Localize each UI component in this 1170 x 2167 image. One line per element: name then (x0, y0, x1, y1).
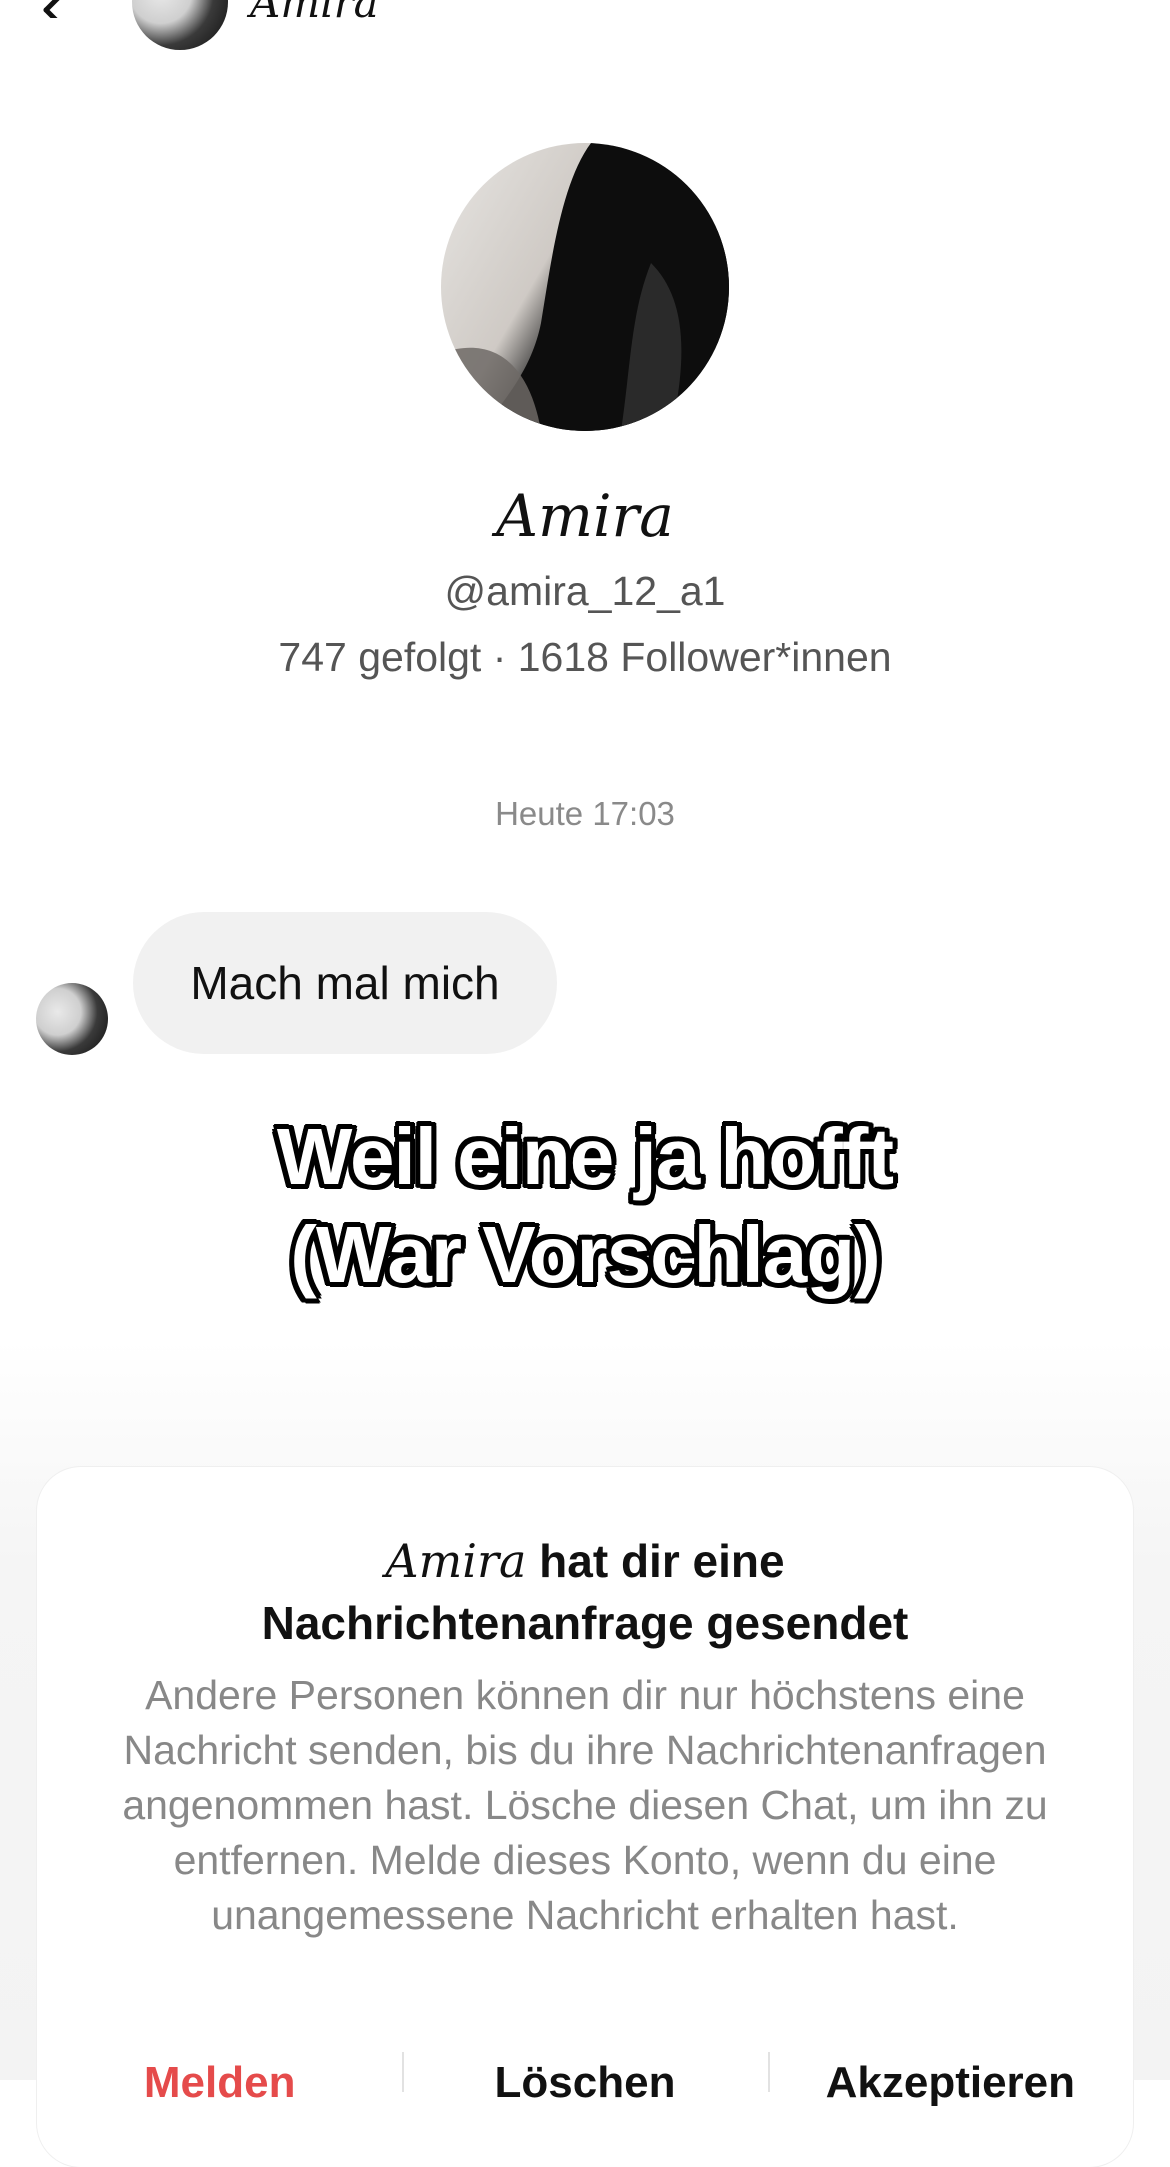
sender-avatar[interactable] (36, 983, 108, 1055)
action-divider (768, 2052, 770, 2092)
report-button[interactable]: Melden (37, 2048, 402, 2118)
header-name[interactable]: Amira (250, 0, 379, 24)
profile-photo-icon (441, 143, 729, 431)
profile-handle: @amira_12_a1 (444, 568, 726, 614)
action-divider (402, 2052, 404, 2092)
profile-name: Amira (496, 482, 674, 550)
overlay-caption-line-1: Weil eine ja hofft (276, 1112, 894, 1201)
message-text: Mach mal mich (190, 957, 500, 1009)
request-title-rest: hat dir eine (526, 1535, 785, 1587)
message-request-title: Amira hat dir eine Nachrichtenanfrage ge… (37, 1530, 1133, 1654)
header-avatar[interactable] (132, 0, 228, 50)
more-horizontal-icon[interactable] (1058, 0, 1118, 6)
message-bubble[interactable]: Mach mal mich (133, 912, 557, 1054)
request-title-line-2: Nachrichtenanfrage gesendet (261, 1597, 909, 1649)
request-actions: Melden Löschen Akzeptieren (37, 2048, 1133, 2118)
message-timestamp: Heute 17:03 (495, 795, 675, 832)
request-sender-name: Amira (385, 1534, 527, 1588)
message-request-description: Andere Personen können dir nur höchstens… (122, 1672, 1048, 1938)
delete-button[interactable]: Löschen (402, 2048, 767, 2118)
accept-button[interactable]: Akzeptieren (768, 2048, 1133, 2118)
profile-avatar[interactable] (441, 143, 729, 431)
profile-stats: 747 gefolgt · 1618 Follower*innen (278, 634, 892, 680)
overlay-caption-line-2: (War Vorschlag) (290, 1210, 881, 1299)
overlay-caption: Weil eine ja hofft (War Vorschlag) (0, 1108, 1170, 1304)
back-chevron-icon[interactable] (40, 0, 86, 18)
